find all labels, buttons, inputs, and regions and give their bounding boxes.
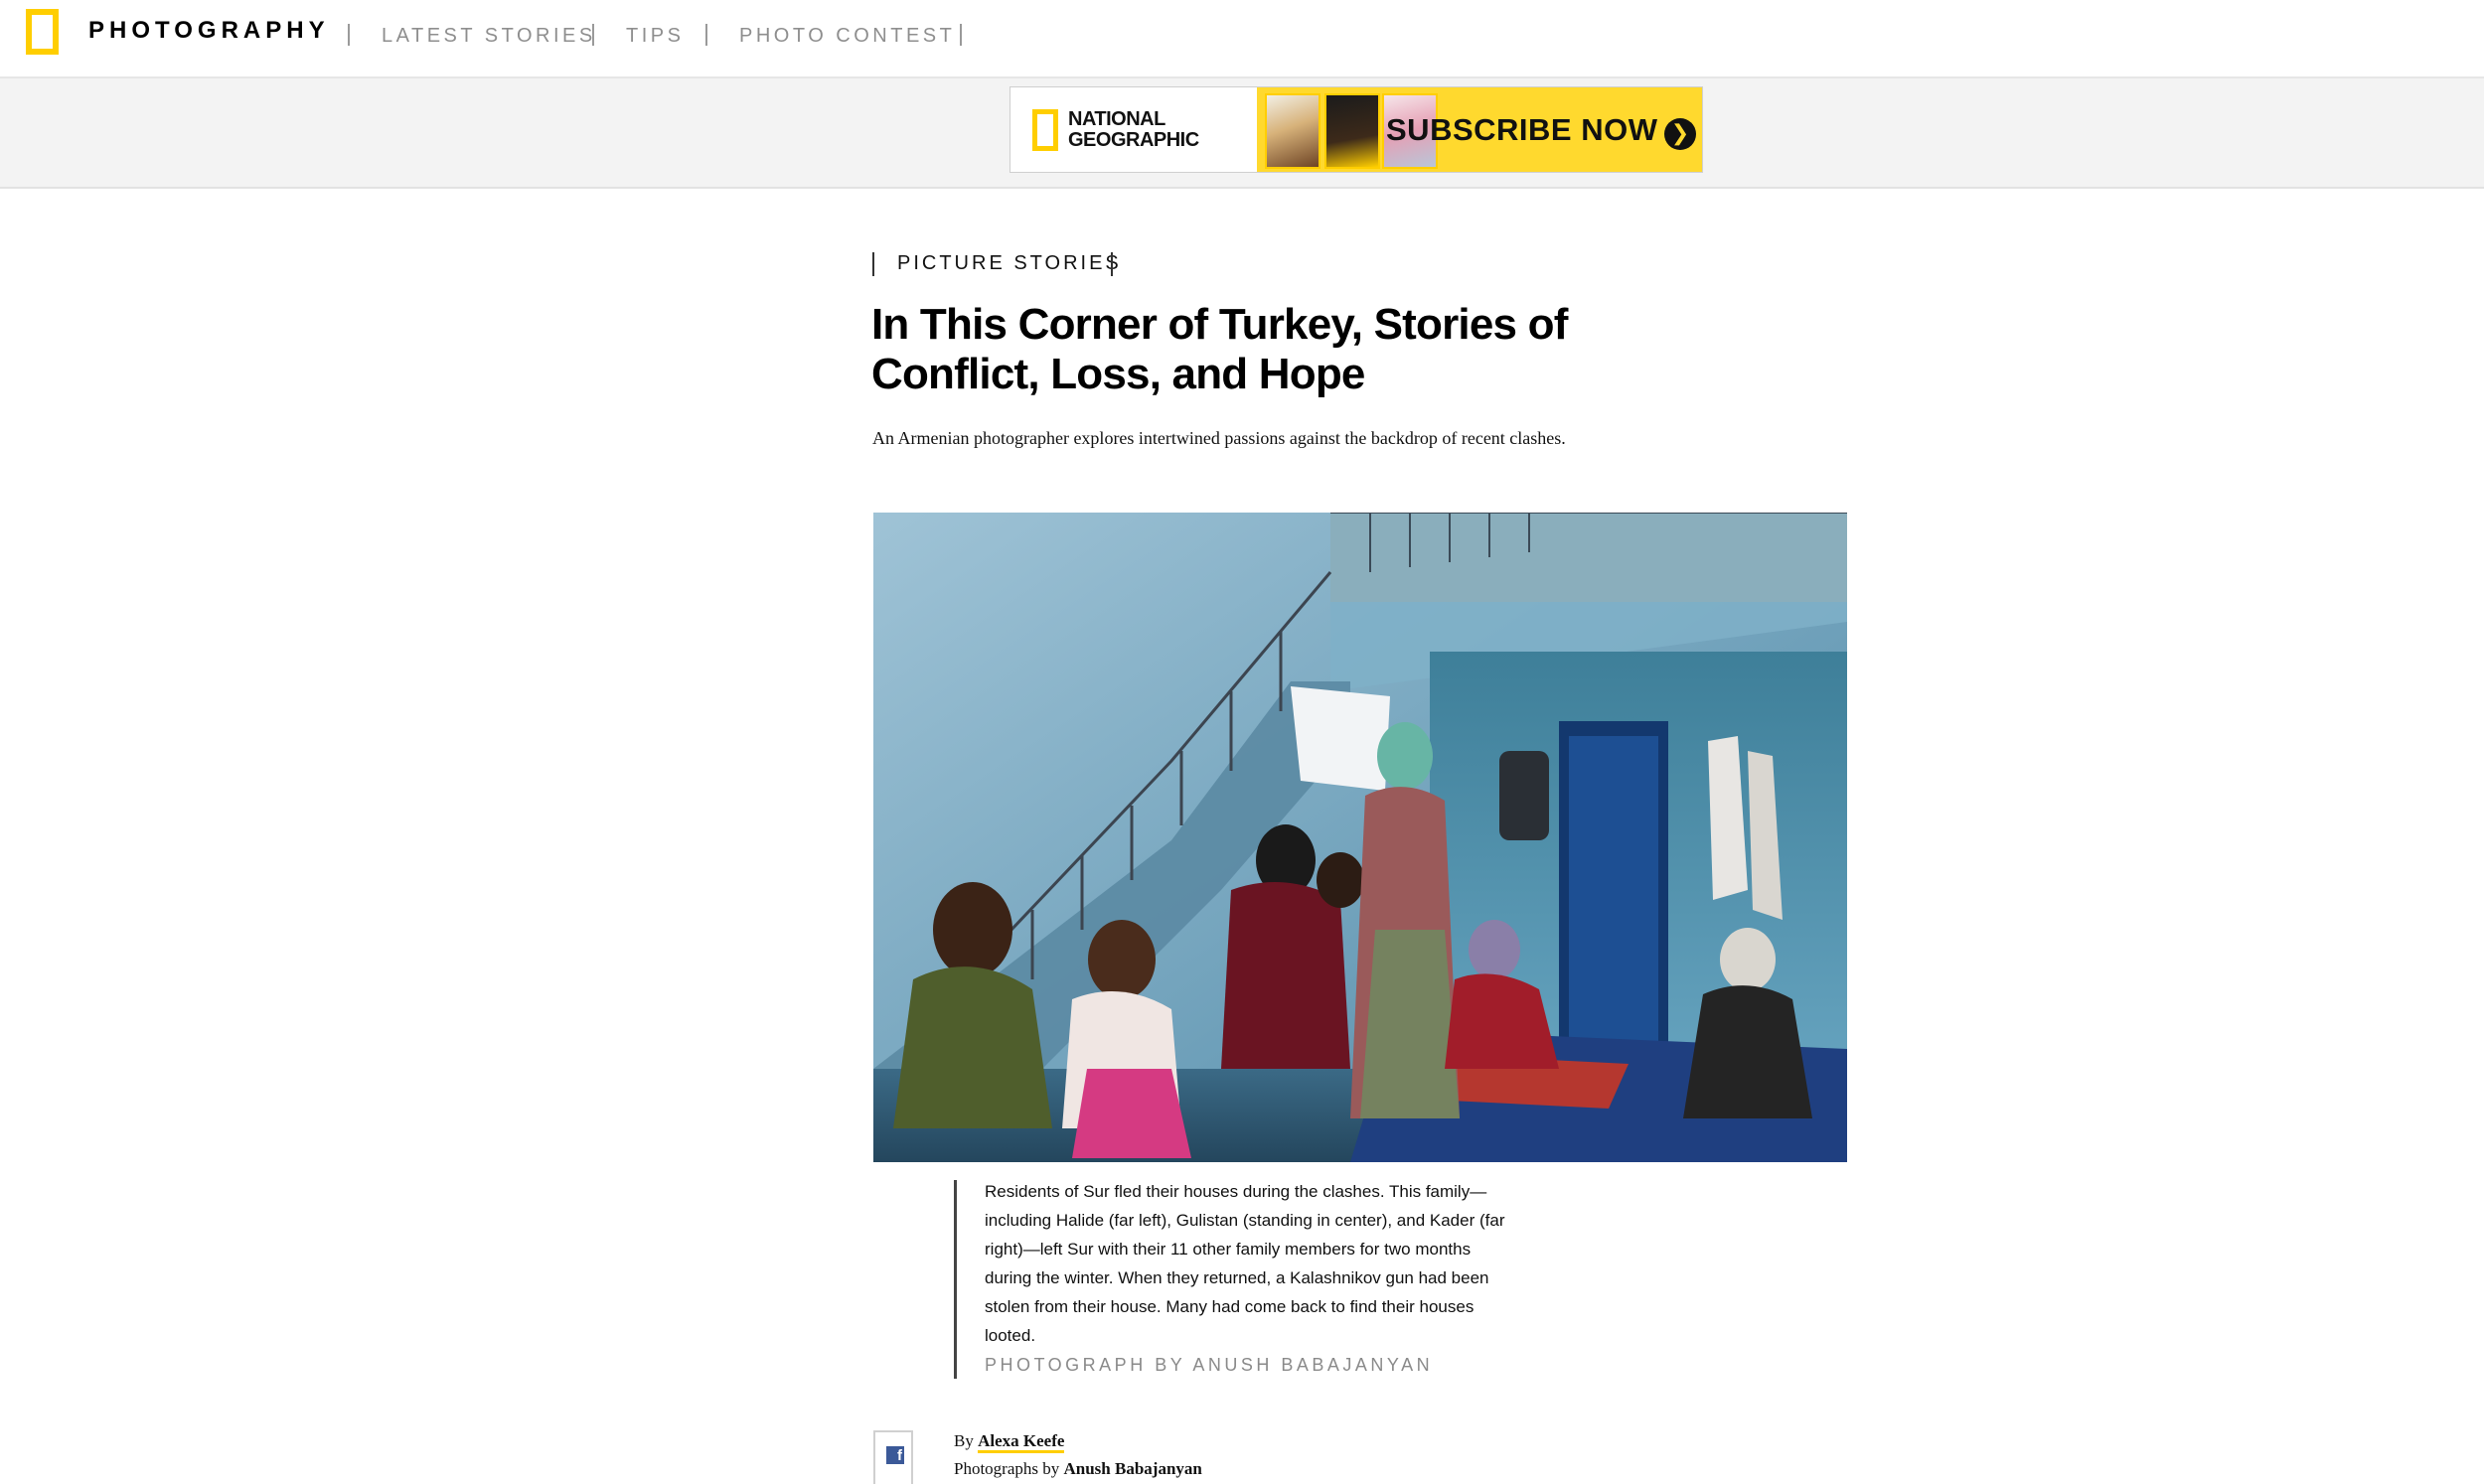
author-link[interactable]: Alexa Keefe (978, 1431, 1065, 1453)
article-headline: In This Corner of Turkey, Stories of Con… (871, 300, 1568, 398)
article-dek: An Armenian photographer explores intert… (872, 428, 1566, 448)
ad-brand-panel: NATIONAL GEOGRAPHIC (1010, 87, 1257, 172)
subscribe-ad-banner[interactable]: NATIONAL GEOGRAPHIC SUBSCRIBE NOW ❯ (1009, 86, 1703, 173)
magazine-cover-image (1265, 93, 1320, 169)
nav-link-photo-contest[interactable]: PHOTO CONTEST (739, 25, 955, 48)
lead-photograph[interactable] (873, 513, 1847, 1162)
magazine-cover-image (1324, 93, 1380, 169)
caption-rule (954, 1180, 957, 1379)
facebook-icon: f (886, 1446, 904, 1464)
photographer-name: Anush Babajanyan (1063, 1459, 1202, 1478)
top-nav: PHOTOGRAPHY LATEST STORIES TIPS PHOTO CO… (0, 0, 2484, 78)
nav-link-tips[interactable]: TIPS (626, 25, 684, 48)
subscribe-now-button[interactable]: SUBSCRIBE NOW (1386, 112, 1657, 148)
byline: By Alexa Keefe Photographs by Anush Baba… (954, 1427, 1202, 1483)
byline-photos-label: Photographs by (954, 1459, 1060, 1478)
nav-link-latest-stories[interactable]: LATEST STORIES (382, 25, 596, 48)
ad-brand-text: NATIONAL GEOGRAPHIC (1068, 108, 1199, 151)
nav-divider (348, 24, 350, 46)
arrow-right-circle-icon[interactable]: ❯ (1664, 118, 1696, 150)
national-geographic-logo-icon (1032, 109, 1058, 151)
photo-caption: Residents of Sur fled their houses durin… (985, 1182, 1505, 1345)
byline-by-label: By (954, 1431, 974, 1450)
photo-illustration (873, 513, 1847, 1162)
national-geographic-logo-icon[interactable] (26, 9, 59, 55)
kicker-divider (872, 252, 874, 276)
facebook-share-button[interactable]: f (873, 1430, 913, 1484)
section-kicker[interactable]: PICTURE STORIES (897, 252, 1122, 275)
nav-divider (592, 24, 594, 46)
kicker-divider (1111, 252, 1113, 276)
nav-divider (960, 24, 962, 46)
photo-credit: PHOTOGRAPH BY ANUSH BABAJANYAN (985, 1355, 1434, 1375)
section-brand[interactable]: PHOTOGRAPHY (88, 17, 330, 45)
ad-band: NATIONAL GEOGRAPHIC SUBSCRIBE NOW ❯ (0, 78, 2484, 189)
nav-divider (705, 24, 707, 46)
